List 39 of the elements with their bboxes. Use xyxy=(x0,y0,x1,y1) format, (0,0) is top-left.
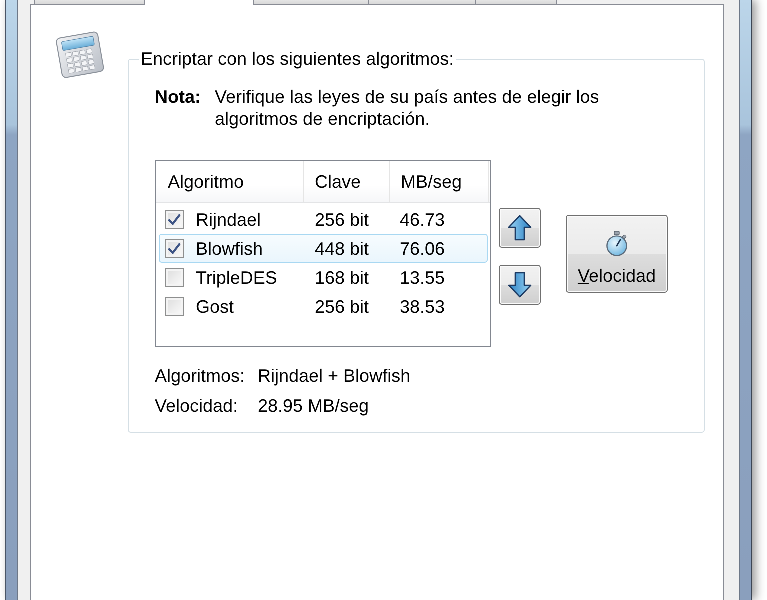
note-label: Nota: xyxy=(155,86,201,109)
summary-label: Algoritmos: xyxy=(155,365,246,387)
group-title: Encriptar con los siguientes algoritmos: xyxy=(140,48,456,70)
stopwatch-icon xyxy=(606,231,628,257)
key-length-cell-text: 256 bit xyxy=(314,296,370,318)
checkbox[interactable] xyxy=(165,210,184,229)
checkmark-icon xyxy=(168,242,181,254)
speed-cell-text: 13.55 xyxy=(399,266,446,288)
algorithm-name: Rijndael xyxy=(196,208,262,230)
speed-cell-text: 38.53 xyxy=(399,296,446,318)
checkbox[interactable] xyxy=(165,268,184,287)
note-text: Verifique las leyes de su país antes de elegir los algoritmos de encriptación. xyxy=(215,86,600,130)
algorithm-name: TripleDES xyxy=(196,266,278,288)
summary-label: Velocidad: xyxy=(155,395,238,417)
move-down-button[interactable] xyxy=(499,265,541,305)
speed-cell-text: 76.06 xyxy=(399,238,446,260)
column-header[interactable]: MB/seg xyxy=(390,161,489,202)
move-up-button[interactable] xyxy=(499,208,541,248)
checkbox[interactable] xyxy=(165,239,184,258)
key-length-cell-text: 448 bit xyxy=(314,238,370,260)
key-length-cell-text: 168 bit xyxy=(314,266,370,288)
summary-value: 28.95 MB/seg xyxy=(258,395,370,417)
list-row[interactable]: TripleDES 168 bit 13.55 xyxy=(159,263,488,292)
checkbox[interactable] xyxy=(165,297,184,316)
tab[interactable] xyxy=(475,0,557,4)
column-header[interactable]: Clave xyxy=(304,161,390,202)
summary-value: Rijndael + Blowfish xyxy=(258,365,411,387)
list-row[interactable]: Blowfish 448 bit 76.06 xyxy=(159,234,488,263)
speed-button[interactable]: Velocidad xyxy=(566,215,668,293)
column-header[interactable]: Algoritmo xyxy=(156,161,304,202)
up-arrow-icon xyxy=(508,215,532,241)
speed-cell-text: 46.73 xyxy=(399,208,446,230)
list-row[interactable]: Gost 256 bit 38.53 xyxy=(159,292,488,321)
list-row[interactable]: Rijndael 256 bit 46.73 xyxy=(159,205,488,234)
key-length-cell-text: 256 bit xyxy=(314,208,370,230)
down-arrow-icon xyxy=(508,272,532,298)
algorithm-name: Gost xyxy=(196,296,234,318)
checkmark-icon xyxy=(168,214,181,226)
algorithm-name: Blowfish xyxy=(196,238,264,260)
